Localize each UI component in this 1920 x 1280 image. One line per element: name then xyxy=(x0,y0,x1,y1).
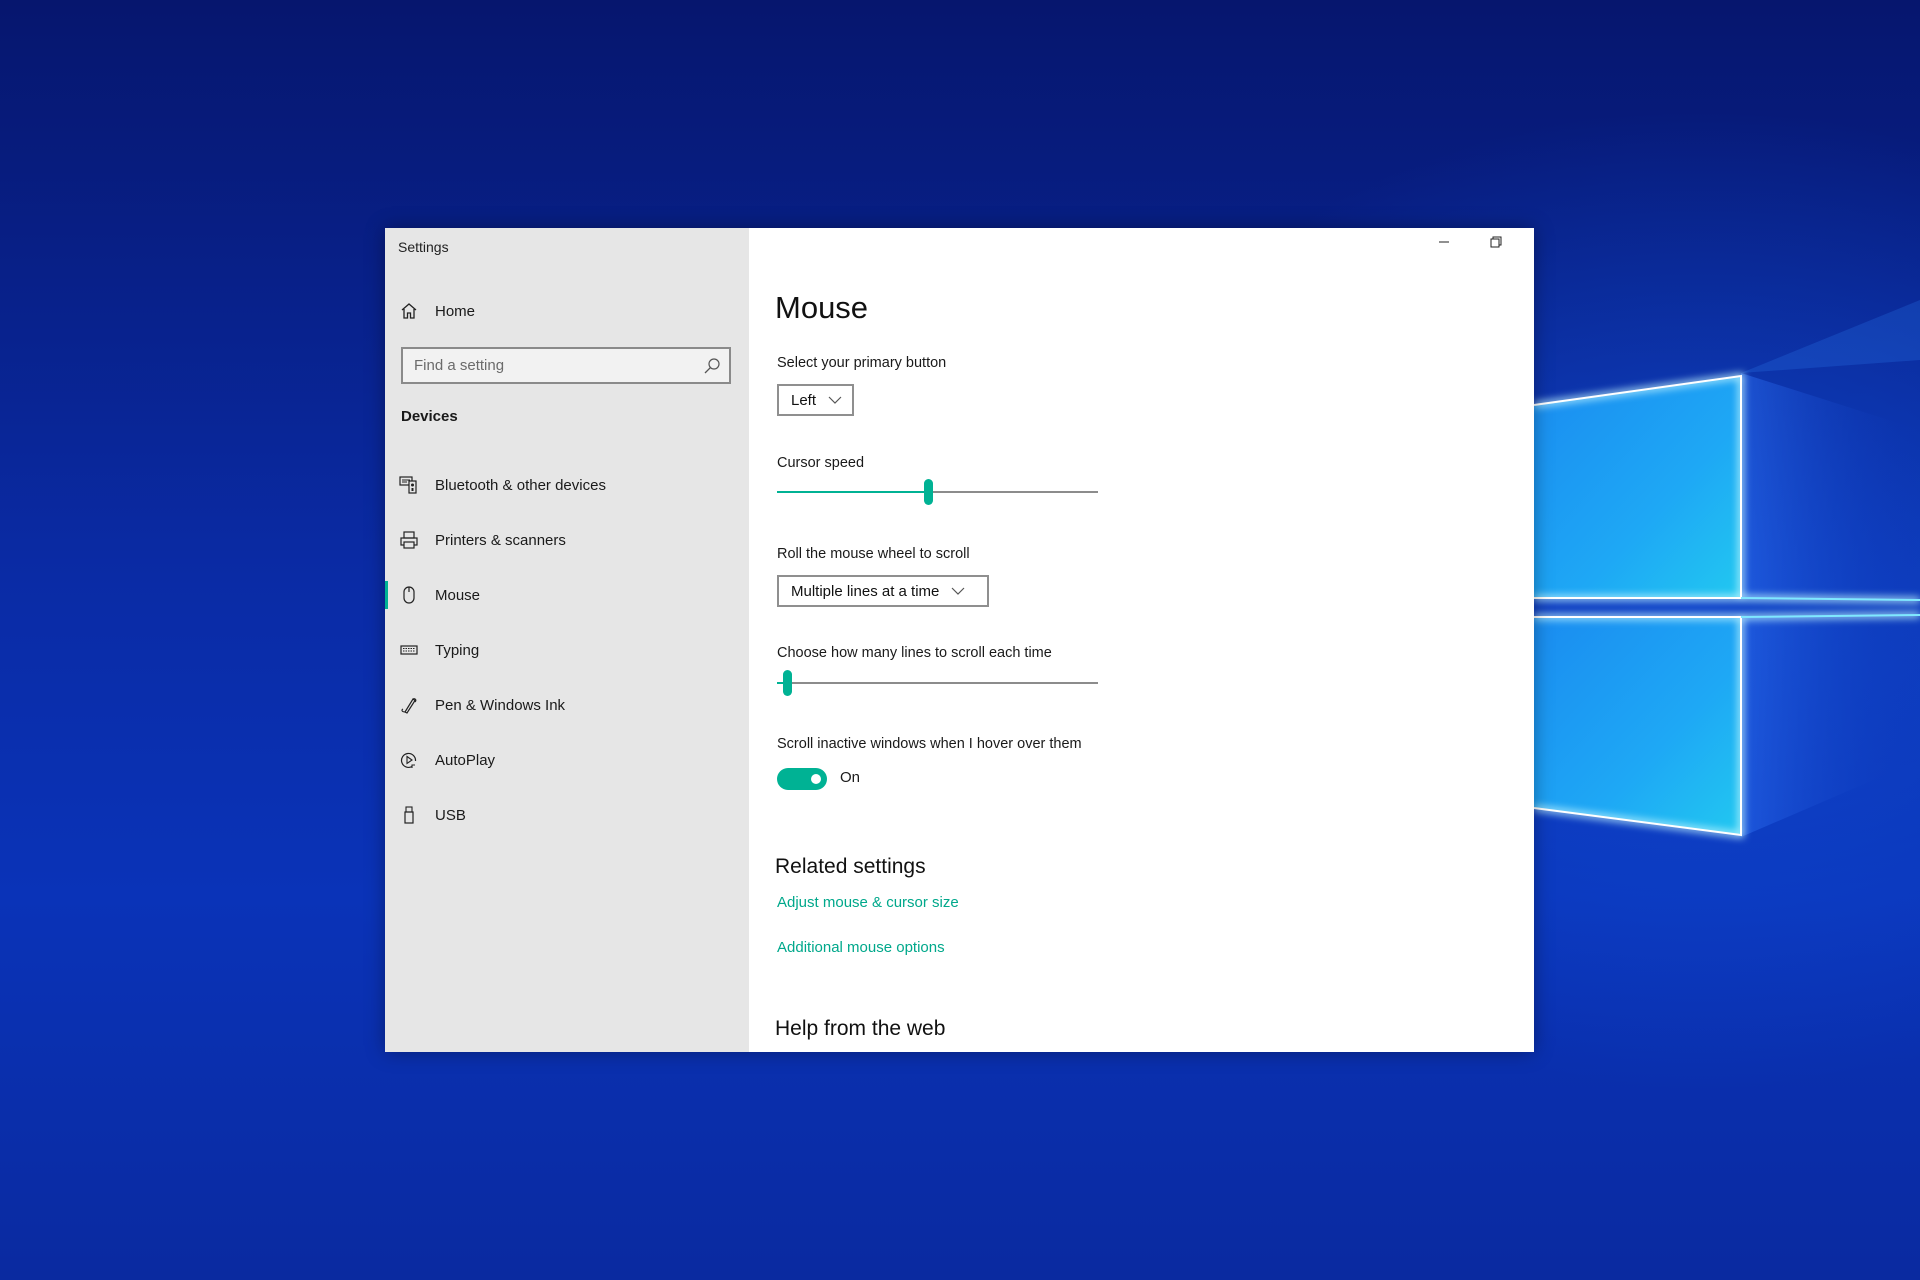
restore-button[interactable] xyxy=(1473,228,1519,260)
sidebar-item-label: Bluetooth & other devices xyxy=(435,476,606,494)
chevron-down-icon xyxy=(951,587,965,595)
additional-mouse-options-link[interactable]: Additional mouse options xyxy=(777,939,945,956)
related-settings-heading: Related settings xyxy=(775,855,926,878)
page-title: Mouse xyxy=(775,290,869,325)
toggle-state-label: On xyxy=(840,769,861,786)
sidebar-item-bluetooth[interactable]: Bluetooth & other devices xyxy=(385,465,749,505)
bluetooth-devices-icon xyxy=(399,475,419,495)
settings-window: Settings Home Devices Bluetooth & other … xyxy=(385,228,1534,1052)
restore-icon xyxy=(1490,235,1502,253)
mouse-icon xyxy=(399,585,419,605)
sidebar-item-usb[interactable]: USB xyxy=(385,795,749,835)
dropdown-value: Left xyxy=(791,391,817,409)
wheel-scroll-label: Roll the mouse wheel to scroll xyxy=(777,546,970,562)
scroll-inactive-label: Scroll inactive windows when I hover ove… xyxy=(777,736,1082,752)
lines-to-scroll-slider[interactable] xyxy=(777,668,1098,698)
primary-button-label: Select your primary button xyxy=(777,355,947,371)
slider-track xyxy=(777,682,1098,684)
toggle-knob xyxy=(811,774,821,784)
sidebar-item-pen[interactable]: Pen & Windows Ink xyxy=(385,685,749,725)
home-icon xyxy=(399,301,419,321)
cursor-speed-slider[interactable] xyxy=(777,477,1098,507)
sidebar-item-label: Typing xyxy=(435,641,480,659)
minimize-button[interactable] xyxy=(1421,228,1467,260)
sidebar-item-label: Printers & scanners xyxy=(435,531,566,549)
lines-to-scroll-label: Choose how many lines to scroll each tim… xyxy=(777,645,1052,661)
primary-button-dropdown[interactable]: Left xyxy=(777,384,854,416)
sidebar-item-autoplay[interactable]: AutoPlay xyxy=(385,740,749,780)
sidebar-item-typing[interactable]: Typing xyxy=(385,630,749,670)
minimize-icon xyxy=(1438,235,1450,253)
search-box[interactable] xyxy=(401,347,731,384)
usb-icon xyxy=(399,805,419,825)
sidebar: Settings Home Devices Bluetooth & other … xyxy=(385,228,749,1052)
search-input[interactable] xyxy=(403,349,694,382)
keyboard-icon xyxy=(399,640,419,660)
help-from-web-heading: Help from the web xyxy=(775,1017,946,1040)
sidebar-item-label: USB xyxy=(435,806,466,824)
section-heading: Devices xyxy=(401,408,458,425)
sidebar-item-mouse[interactable]: Mouse xyxy=(385,575,749,615)
printer-icon xyxy=(399,530,419,550)
wheel-scroll-dropdown[interactable]: Multiple lines at a time xyxy=(777,575,989,607)
autoplay-icon xyxy=(399,750,419,770)
pen-icon xyxy=(399,695,419,715)
sidebar-item-home[interactable]: Home xyxy=(385,291,749,331)
sidebar-item-label: Home xyxy=(435,302,476,320)
search-icon[interactable] xyxy=(703,357,721,375)
slider-fill xyxy=(777,491,928,493)
sidebar-item-label: Mouse xyxy=(435,586,481,604)
sidebar-item-printers[interactable]: Printers & scanners xyxy=(385,520,749,560)
adjust-mouse-cursor-size-link[interactable]: Adjust mouse & cursor size xyxy=(777,894,959,911)
sidebar-item-label: Pen & Windows Ink xyxy=(435,696,566,714)
slider-thumb[interactable] xyxy=(924,479,933,505)
app-title: Settings xyxy=(398,239,449,255)
scroll-inactive-toggle[interactable] xyxy=(777,768,827,790)
active-indicator xyxy=(385,581,388,609)
dropdown-value: Multiple lines at a time xyxy=(791,582,940,600)
sidebar-item-label: AutoPlay xyxy=(435,751,496,769)
chevron-down-icon xyxy=(828,396,842,404)
cursor-speed-label: Cursor speed xyxy=(777,455,865,471)
slider-thumb[interactable] xyxy=(783,670,792,696)
main-content: Mouse Select your primary button Left Cu… xyxy=(749,228,1534,1052)
